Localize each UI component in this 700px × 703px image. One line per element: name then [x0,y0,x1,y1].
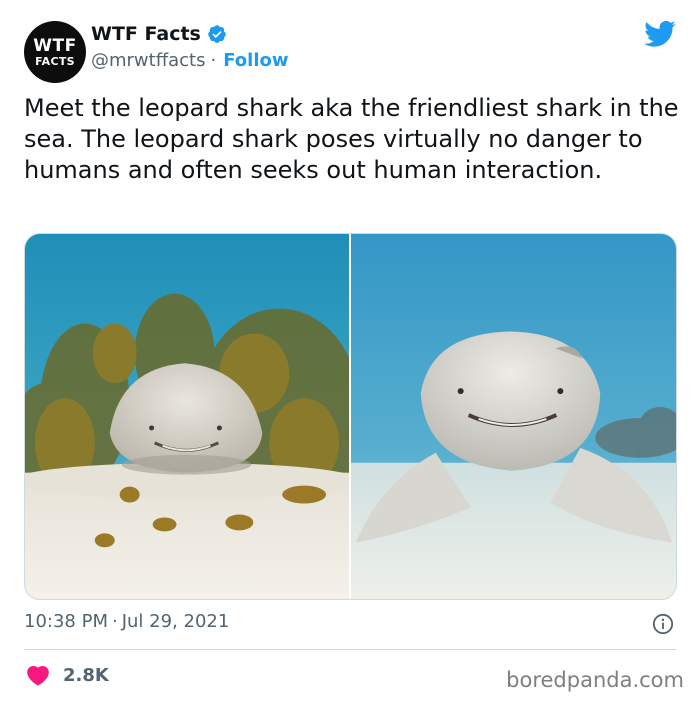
avatar[interactable]: WTF FACTS [24,21,86,83]
author-name-row: WTF Facts [91,23,227,45]
tweet-date: Jul 29, 2021 [121,611,230,632]
tweet-timestamp[interactable]: 10:38 PM · Jul 29, 2021 [24,611,229,632]
heart-icon [27,665,49,686]
handle-separator: · [210,50,217,71]
author-handle[interactable]: @mrwtffacts [91,50,205,71]
info-icon[interactable] [652,613,674,635]
avatar-text-line2: FACTS [35,54,75,68]
shark-photo-sand[interactable] [351,234,676,599]
divider [24,649,676,650]
tweet-card: WTF FACTS WTF Facts @mrwtffacts · Follow… [0,0,700,703]
twitter-bird-icon[interactable] [644,20,676,48]
display-name[interactable]: WTF Facts [91,23,201,45]
follow-button[interactable]: Follow [223,50,288,71]
shark-photo-seaweed[interactable] [25,234,349,599]
tweet-text: Meet the leopard shark aka the friendlie… [24,94,679,184]
verified-badge-icon [208,25,226,43]
like-button[interactable]: 2.8K [26,664,109,686]
avatar-text-line1: WTF [33,35,77,56]
timestamp-separator: · [111,611,118,632]
handle-row: @mrwtffacts · Follow [91,50,289,71]
like-count: 2.8K [63,664,109,686]
tweet-time: 10:38 PM [24,611,108,632]
photo-grid [24,233,677,600]
watermark: boredpanda.com [506,668,684,692]
